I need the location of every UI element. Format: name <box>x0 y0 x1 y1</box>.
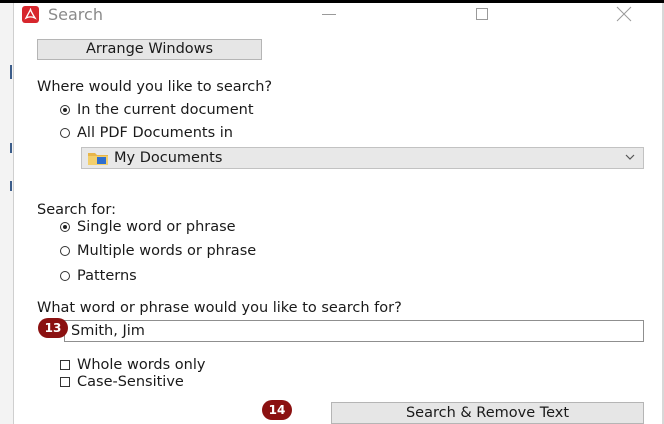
search-for-label: Search for: <box>37 202 116 218</box>
radio-all-pdf-documents[interactable]: All PDF Documents in <box>60 125 233 141</box>
radio-selected-icon <box>60 222 70 232</box>
close-icon <box>616 6 632 22</box>
checkbox-icon <box>60 360 70 370</box>
edge-mark <box>10 65 12 79</box>
step-badge-14: 14 <box>262 400 292 420</box>
checkbox-label: Whole words only <box>77 357 206 373</box>
phrase-input[interactable]: Smith, Jim <box>64 320 644 342</box>
radio-single-word[interactable]: Single word or phrase <box>60 219 236 235</box>
radio-current-document[interactable]: In the current document <box>60 102 254 118</box>
option-label: In the current document <box>77 102 254 118</box>
phrase-question: What word or phrase would you like to se… <box>37 300 402 316</box>
folder-icon <box>88 153 108 165</box>
option-label: Multiple words or phrase <box>77 243 257 259</box>
checkbox-label: Case-Sensitive <box>77 374 184 390</box>
radio-selected-icon <box>60 105 70 115</box>
option-label: All PDF Documents in <box>77 125 233 141</box>
search-remove-text-button[interactable]: Search & Remove Text <box>331 402 644 424</box>
radio-icon <box>60 271 70 281</box>
radio-multiple-words[interactable]: Multiple words or phrase <box>60 243 256 259</box>
edge-mark <box>10 143 12 153</box>
radio-icon <box>60 246 70 256</box>
close-button[interactable] <box>600 2 646 28</box>
chevron-down-icon <box>625 154 635 160</box>
location-select[interactable]: My Documents <box>81 147 644 169</box>
checkbox-whole-words[interactable]: Whole words only <box>60 357 205 373</box>
pdf-app-icon <box>22 6 39 23</box>
minimize-button[interactable] <box>306 2 352 28</box>
radio-icon <box>60 128 70 138</box>
step-badge-13: 13 <box>38 318 68 338</box>
option-label: Single word or phrase <box>77 219 236 235</box>
where-question: Where would you like to search? <box>37 79 273 95</box>
maximize-button[interactable] <box>458 2 504 28</box>
radio-patterns[interactable]: Patterns <box>60 268 137 284</box>
option-label: Patterns <box>77 268 137 284</box>
window-title: Search <box>48 5 103 24</box>
arrange-windows-button[interactable]: Arrange Windows <box>37 39 262 60</box>
edge-mark <box>10 181 12 191</box>
background-window-edge <box>0 3 14 424</box>
checkbox-icon <box>60 377 70 387</box>
location-select-value: My Documents <box>114 150 223 166</box>
checkbox-case-sensitive[interactable]: Case-Sensitive <box>60 374 184 390</box>
